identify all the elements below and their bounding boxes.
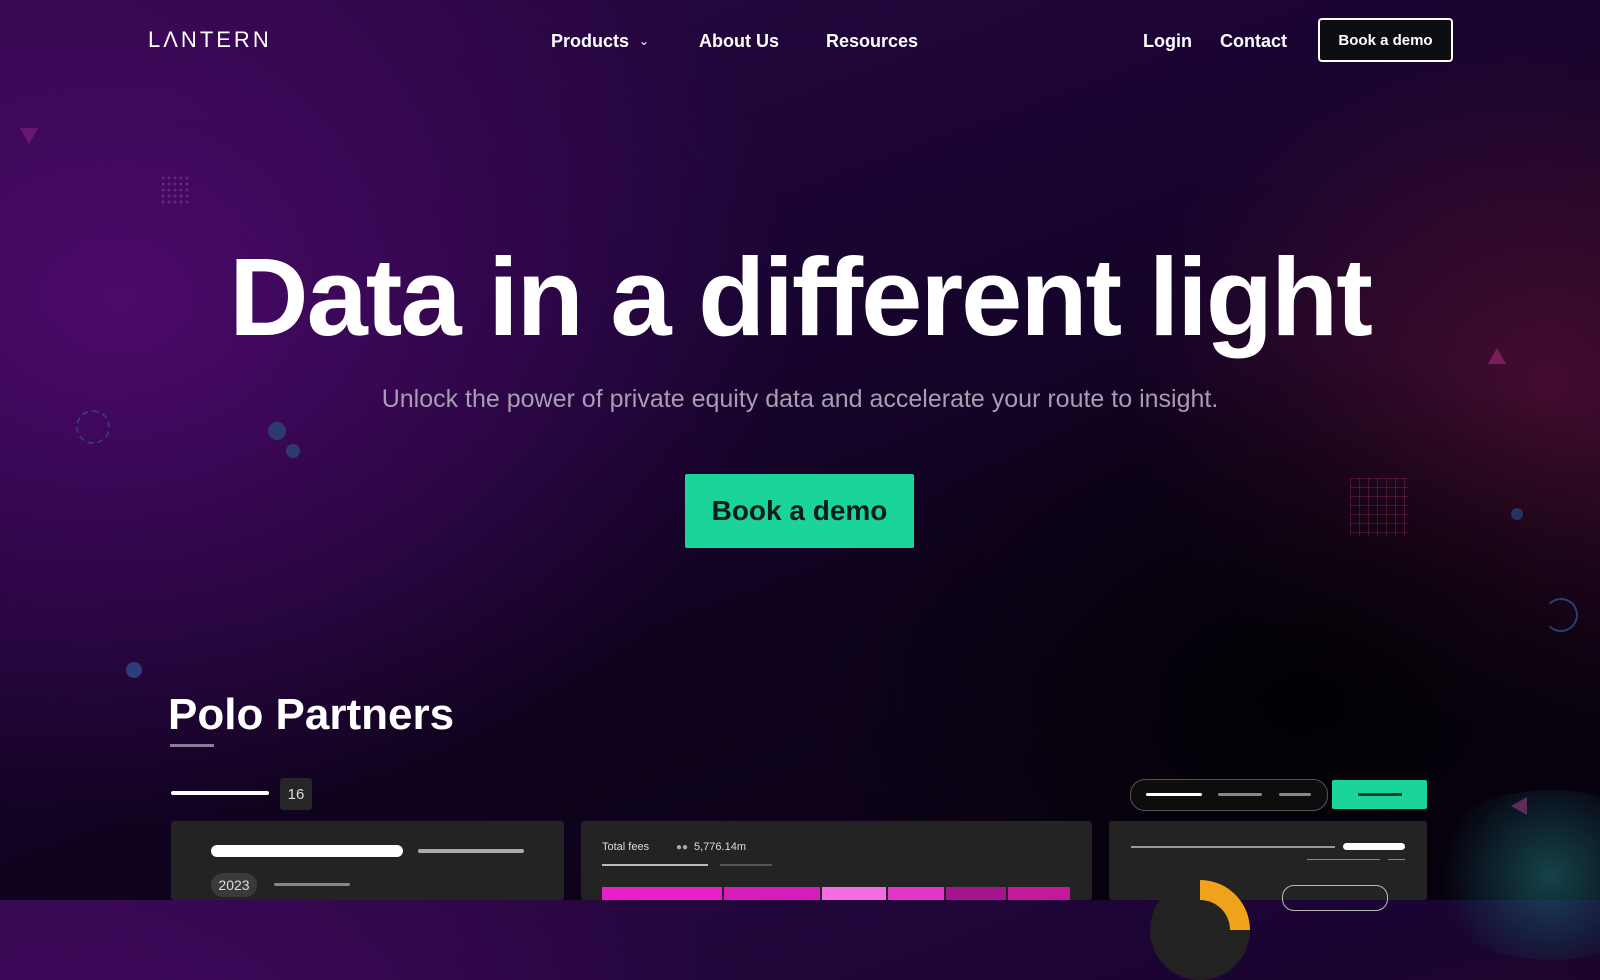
count-badge: 16: [280, 778, 312, 810]
segment-option[interactable]: [1218, 793, 1262, 796]
placeholder-bar: [1307, 859, 1380, 860]
company-name: Polo Partners: [168, 690, 455, 739]
fee-bar-segment: [822, 887, 886, 900]
button-label-placeholder: [1358, 793, 1402, 796]
placeholder-bar: [720, 864, 772, 866]
decorative-spiral: [1544, 598, 1578, 632]
decorative-dot-grid: [160, 175, 190, 205]
year-badge: 2023: [211, 873, 257, 897]
coins-icon: ●●: [676, 842, 689, 853]
hero-subtitle: Unlock the power of private equity data …: [381, 385, 1219, 413]
placeholder-bar: [418, 849, 524, 853]
fee-bar-segment: [946, 887, 1006, 900]
placeholder-bar: [602, 864, 708, 866]
filter-pill[interactable]: [1282, 885, 1388, 911]
placeholder-bar: [211, 845, 403, 857]
segmented-control[interactable]: [1130, 779, 1328, 811]
nav-contact[interactable]: Contact: [1220, 31, 1287, 52]
nav-products[interactable]: Products ⌄: [551, 31, 649, 52]
decorative-dot: [1511, 508, 1523, 520]
donut-chart: [1150, 880, 1250, 980]
placeholder-bar: [1388, 859, 1405, 860]
segment-option[interactable]: [1146, 793, 1202, 796]
company-underline: [170, 744, 214, 747]
total-fees-value: 5,776.14m: [694, 841, 746, 853]
nav-about-us[interactable]: About Us: [699, 31, 779, 52]
decorative-ring: [76, 410, 110, 444]
placeholder-bar: [1131, 846, 1335, 848]
fee-bar-segment: [724, 887, 820, 900]
placeholder-bar: [171, 791, 269, 795]
total-fees-label: Total fees: [602, 841, 650, 853]
fee-bar-segment: [1008, 887, 1070, 900]
fee-bar-segment: [888, 887, 944, 900]
nav-login[interactable]: Login: [1143, 31, 1192, 52]
book-demo-nav-button[interactable]: Book a demo: [1318, 18, 1453, 62]
decorative-dot: [286, 444, 300, 458]
book-demo-hero-button[interactable]: Book a demo: [685, 474, 914, 548]
decorative-dot: [126, 662, 142, 678]
placeholder-bar: [1343, 843, 1405, 850]
nav-products-label: Products: [551, 31, 630, 51]
lantern-logo[interactable]: LΛNTERN: [148, 27, 272, 53]
chevron-down-icon: ⌄: [639, 34, 650, 48]
fee-bar-segment: [602, 887, 722, 900]
nav-resources[interactable]: Resources: [826, 31, 918, 52]
decorative-glow: [1420, 790, 1600, 960]
placeholder-bar: [274, 883, 350, 886]
decorative-dot: [268, 422, 286, 440]
segment-option[interactable]: [1279, 793, 1311, 796]
hero-title: Data in a different light: [229, 236, 1373, 359]
decorative-grid: [1350, 478, 1408, 536]
decorative-triangle: [20, 128, 38, 144]
primary-action-button[interactable]: [1332, 780, 1427, 809]
top-navigation: LΛNTERN Products ⌄ About Us Resources Log…: [0, 0, 1600, 82]
